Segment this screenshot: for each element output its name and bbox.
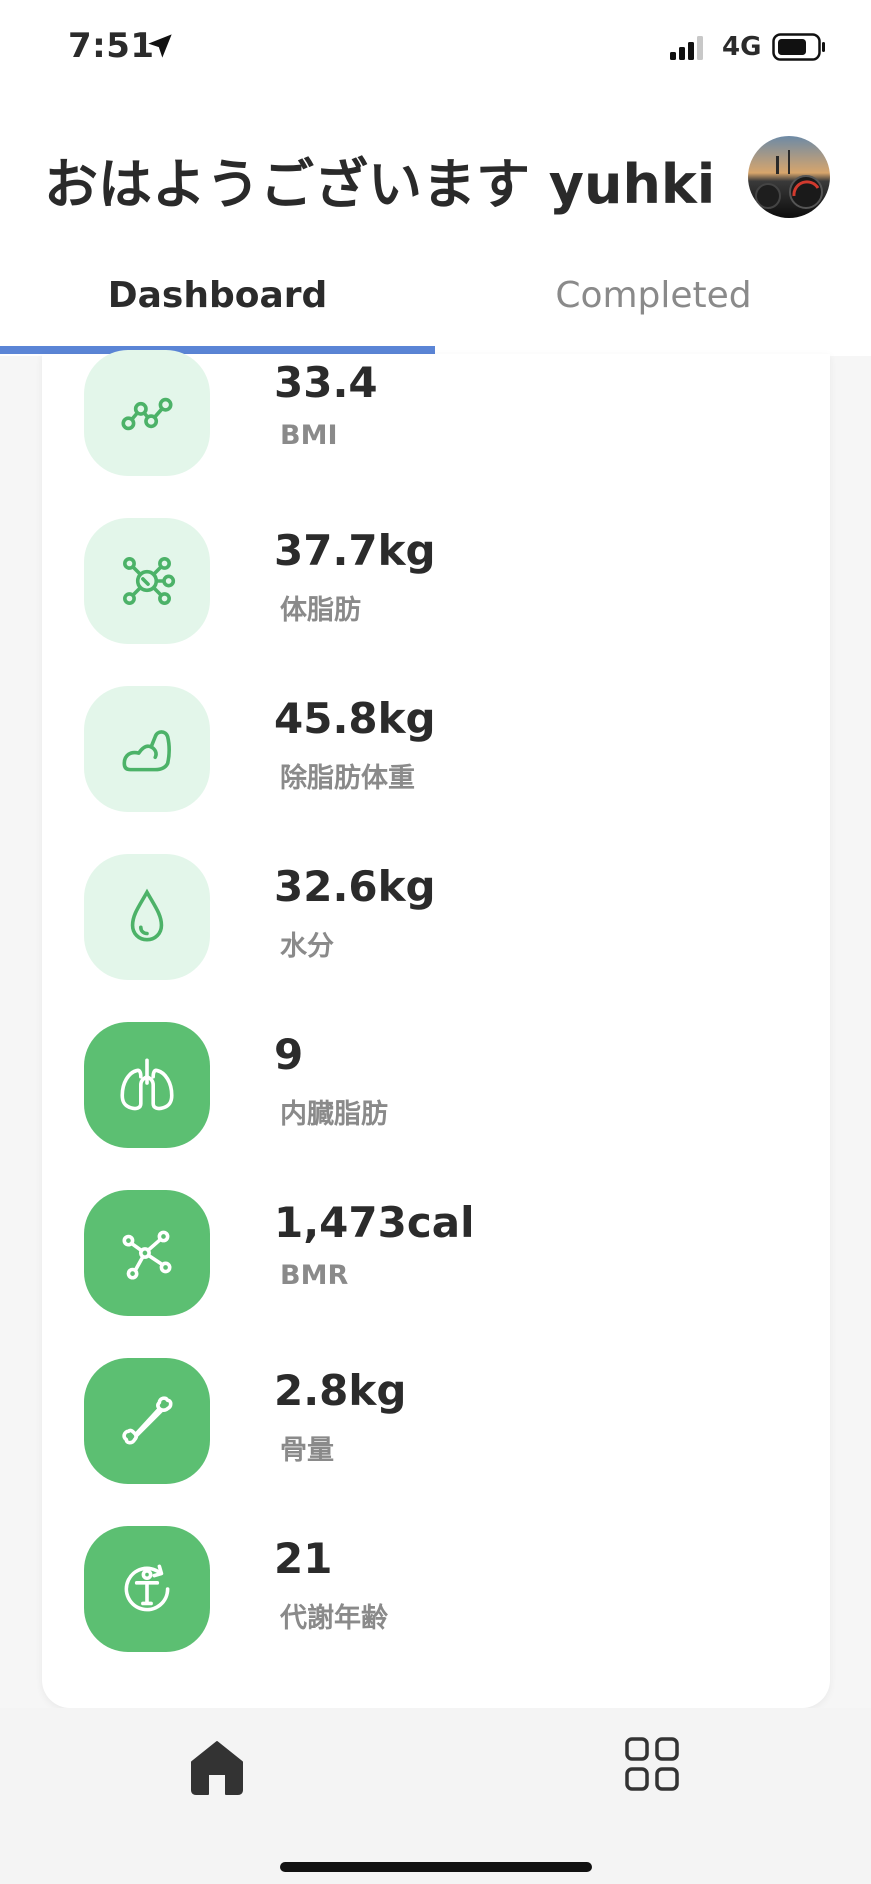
metric-value: 21 <box>274 1534 333 1583</box>
metric-item-bmr[interactable]: 1,473cal BMR <box>84 1190 784 1318</box>
bottom-nav <box>0 1708 871 1884</box>
network-nodes-icon <box>84 1190 210 1316</box>
tab-completed[interactable]: Completed <box>436 266 871 356</box>
grid-icon[interactable] <box>624 1736 680 1792</box>
metric-label: 水分 <box>280 931 334 962</box>
bone-icon <box>84 1358 210 1484</box>
avatar[interactable] <box>748 136 830 218</box>
metric-value: 37.7kg <box>274 526 436 575</box>
metric-label: 内臓脂肪 <box>280 1099 388 1130</box>
metric-value: 45.8kg <box>274 694 436 743</box>
lungs-icon <box>84 1022 210 1148</box>
header: おはようございます yuhki Dashboard Completed <box>0 96 871 356</box>
metric-item-bone-mass[interactable]: 2.8kg 骨量 <box>84 1358 784 1486</box>
signal-icon <box>670 36 703 60</box>
molecule-icon <box>84 518 210 644</box>
home-indicator <box>280 1862 592 1872</box>
metric-label: BMI <box>280 420 338 451</box>
metric-item-bmi[interactable]: 33.4 BMI <box>84 350 784 478</box>
metrics-card: 33.4 BMI 37.7kg 体脂肪 45.8kg 除脂肪体重 32.6kg … <box>42 350 830 1708</box>
location-arrow-icon <box>148 34 172 58</box>
metric-label: 骨量 <box>280 1435 334 1466</box>
tab-dashboard[interactable]: Dashboard <box>0 266 435 356</box>
metric-value: 9 <box>274 1030 304 1079</box>
metric-item-metabolic-age[interactable]: 21 代謝年齢 <box>84 1526 784 1654</box>
metric-item-body-fat[interactable]: 37.7kg 体脂肪 <box>84 518 784 646</box>
app-screen: 7:51 4G おはようございます yuhki Dashboard Comple… <box>0 0 871 1884</box>
metric-value: 1,473cal <box>274 1198 475 1247</box>
water-drop-icon <box>84 854 210 980</box>
greeting-title: おはようございます yuhki <box>44 153 716 216</box>
avatar-image <box>748 136 830 218</box>
metric-value: 2.8kg <box>274 1366 407 1415</box>
status-bar: 7:51 4G <box>0 0 871 96</box>
metric-value: 33.4 <box>274 358 378 407</box>
metric-item-visceral-fat[interactable]: 9 内臓脂肪 <box>84 1022 784 1150</box>
metric-label: 体脂肪 <box>280 595 361 626</box>
metric-item-water[interactable]: 32.6kg 水分 <box>84 854 784 982</box>
metric-label: BMR <box>280 1260 349 1291</box>
trend-line-icon <box>84 350 210 476</box>
tab-bar: Dashboard Completed <box>0 266 871 356</box>
network-label: 4G <box>722 32 762 62</box>
status-time: 7:51 <box>68 26 155 66</box>
muscle-arm-icon <box>84 686 210 812</box>
metric-label: 除脂肪体重 <box>280 763 415 794</box>
home-icon[interactable] <box>186 1736 248 1798</box>
metric-label: 代謝年齢 <box>280 1603 388 1634</box>
battery-icon <box>772 33 825 61</box>
metric-item-lean-mass[interactable]: 45.8kg 除脂肪体重 <box>84 686 784 814</box>
metabolic-age-icon <box>84 1526 210 1652</box>
metric-value: 32.6kg <box>274 862 436 911</box>
